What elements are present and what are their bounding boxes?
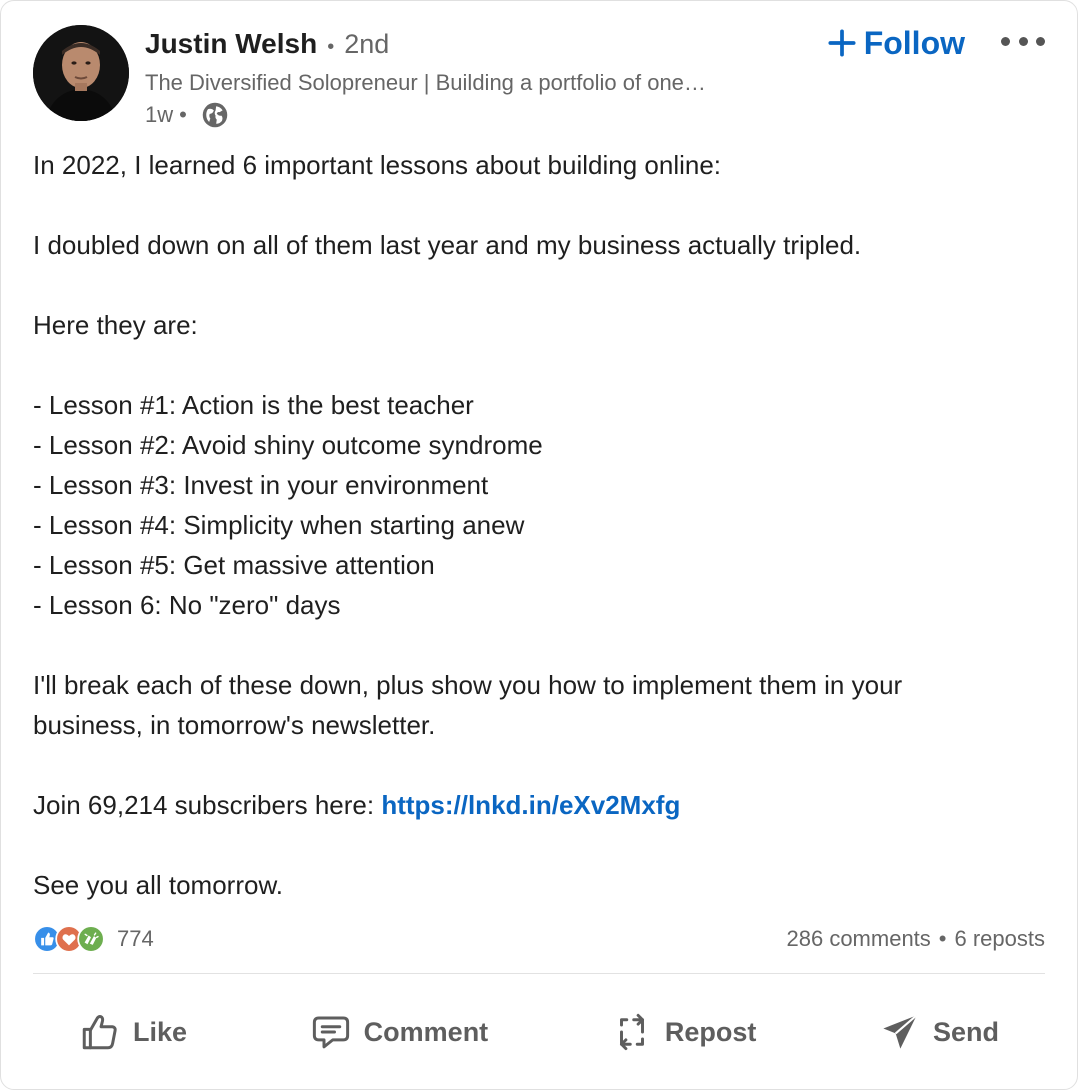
lesson-item: - Lesson #3: Invest in your environment <box>33 470 489 500</box>
social-counts: 774 286 comments • 6 reposts <box>33 919 1045 959</box>
body-line: I'll break each of these down, plus show… <box>33 670 903 700</box>
like-button[interactable]: Like <box>33 1011 233 1053</box>
action-bar: Like Comment Repost Send <box>33 997 1045 1067</box>
author-headline[interactable]: The Diversified Solopreneur | Building a… <box>145 68 706 98</box>
body-line: I doubled down on all of them last year … <box>33 230 862 260</box>
reactions-count: 774 <box>117 926 154 951</box>
repost-icon <box>619 1013 644 1051</box>
more-icon[interactable] <box>1001 29 1045 53</box>
author-name[interactable]: Justin Welsh <box>145 27 317 61</box>
post-header: Justin Welsh • 2nd The Diversified Solop… <box>33 23 1053 133</box>
send-icon <box>883 1014 918 1049</box>
join-text: Join 69,214 subscribers here: <box>33 790 382 820</box>
separator-dot: • <box>179 102 187 127</box>
reactions-summary[interactable]: 774 <box>33 925 154 953</box>
separator-dot: • <box>938 926 947 951</box>
newsletter-link[interactable]: https://lnkd.in/eXv2Mxfg <box>381 790 680 820</box>
author-info: Justin Welsh • 2nd The Diversified Solop… <box>145 27 706 130</box>
globe-icon <box>202 102 228 128</box>
thumbs-up-icon <box>82 1015 117 1050</box>
reposts-count[interactable]: 6 reposts <box>955 926 1046 952</box>
body-line: Here they are: <box>33 310 198 340</box>
like-label: Like <box>133 1016 188 1047</box>
send-button[interactable]: Send <box>833 1011 1045 1053</box>
comments-count[interactable]: 286 comments <box>787 926 931 952</box>
lesson-item: - Lesson #4: Simplicity when starting an… <box>33 510 525 540</box>
comment-icon <box>312 1016 349 1049</box>
closing-line: See you all tomorrow. <box>33 870 284 900</box>
post-card: Justin Welsh • 2nd The Diversified Solop… <box>0 0 1078 1090</box>
lesson-item: - Lesson #5: Get massive attention <box>33 550 435 580</box>
follow-button[interactable]: Follow <box>828 23 965 63</box>
separator-dot: • <box>327 36 335 58</box>
body-line: business, in tomorrow's newsletter. <box>33 710 436 740</box>
post-body: In 2022, I learned 6 important lessons a… <box>33 145 1033 905</box>
lesson-item: - Lesson #2: Avoid shiny outcome syndrom… <box>33 430 543 460</box>
send-label: Send <box>932 1016 999 1047</box>
avatar[interactable] <box>33 25 129 121</box>
plus-icon <box>828 29 856 57</box>
follow-label: Follow <box>863 25 965 61</box>
body-line: In 2022, I learned 6 important lessons a… <box>33 150 722 180</box>
comment-label: Comment <box>363 1016 489 1047</box>
lesson-item: - Lesson 6: No "zero" days <box>33 590 341 620</box>
repost-button[interactable]: Repost <box>565 1011 803 1053</box>
divider <box>33 973 1045 974</box>
lesson-item: - Lesson #1: Action is the best teacher <box>33 390 474 420</box>
post-time: 1w <box>145 102 174 127</box>
join-line: Join 69,214 subscribers here: https://ln… <box>33 785 1033 825</box>
post-meta: 1w • <box>145 100 706 130</box>
comment-button[interactable]: Comment <box>264 1011 535 1053</box>
repost-label: Repost <box>664 1016 757 1047</box>
connection-degree: 2nd <box>344 29 390 59</box>
celebrate-reaction-icon <box>77 925 105 953</box>
